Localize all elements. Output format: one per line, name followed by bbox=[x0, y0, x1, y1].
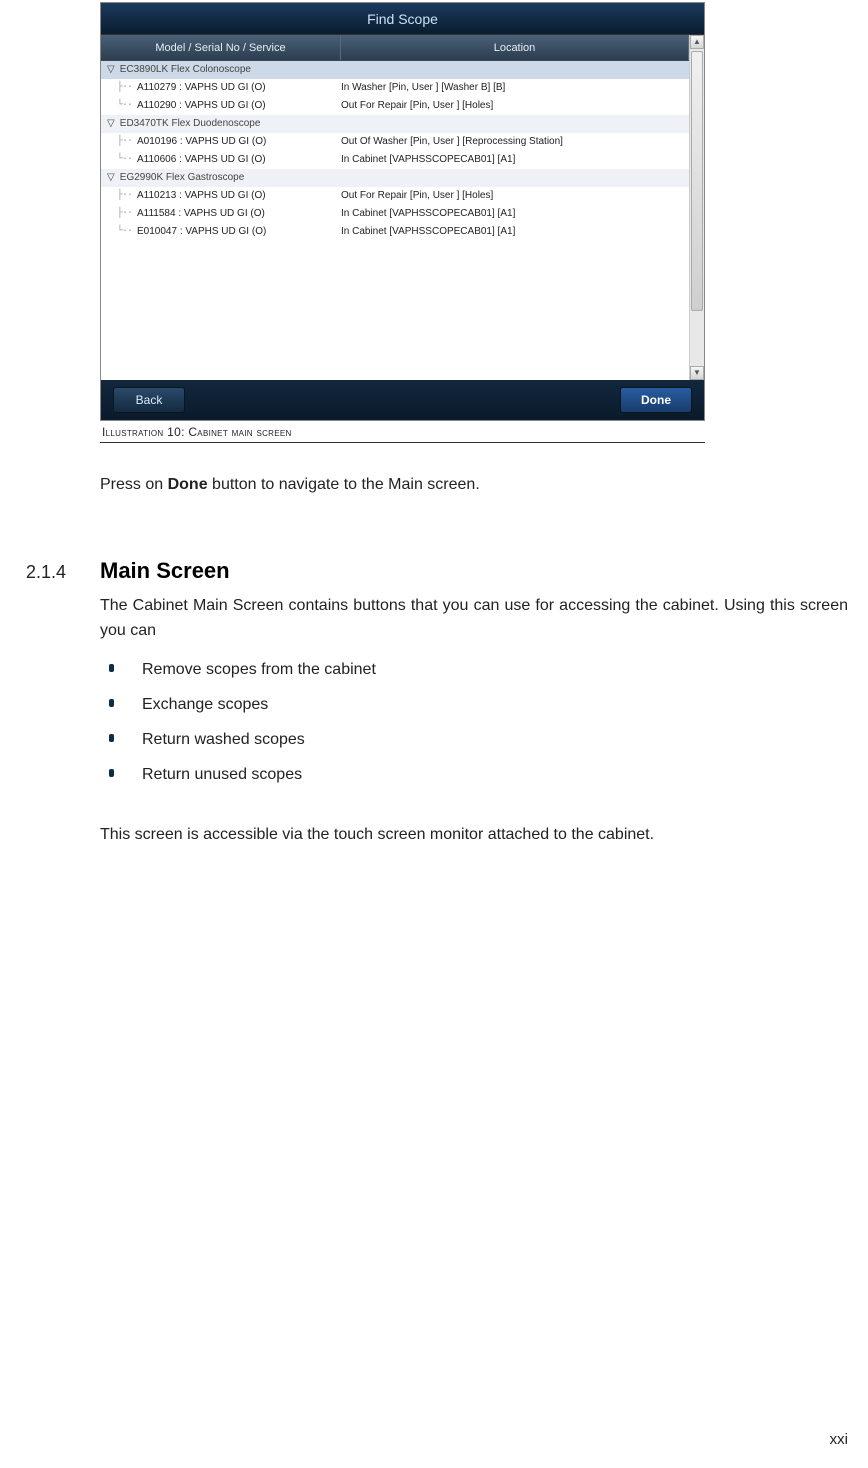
tree-branch-icon: └·· bbox=[107, 223, 137, 241]
back-button[interactable]: Back bbox=[113, 387, 185, 413]
scroll-track[interactable] bbox=[690, 49, 704, 366]
bullet-item: Return washed scopes bbox=[124, 723, 848, 758]
caption-number: 10 bbox=[167, 425, 181, 439]
app-footer: Back Done bbox=[101, 380, 704, 420]
section-title: Main Screen bbox=[100, 558, 230, 584]
tree-item-location: Out For Repair [Pin, User ] [Holes] bbox=[341, 97, 689, 115]
section-intro: The Cabinet Main Screen contains buttons… bbox=[100, 594, 848, 644]
tree-group-label: EC3890LK Flex Colonoscope bbox=[117, 64, 251, 75]
caption-prefix: Illustration bbox=[102, 425, 167, 439]
instruction-paragraph: Press on Done button to navigate to the … bbox=[100, 473, 848, 498]
tree-item-model: A110290 : VAPHS UD GI (O) bbox=[137, 97, 341, 115]
tree-item[interactable]: └··A110606 : VAPHS UD GI (O)In Cabinet [… bbox=[101, 151, 689, 169]
tree-item[interactable]: ├··A111584 : VAPHS UD GI (O)In Cabinet [… bbox=[101, 205, 689, 223]
tree-item[interactable]: └··E010047 : VAPHS UD GI (O)In Cabinet [… bbox=[101, 223, 689, 241]
tree-item-model: A111584 : VAPHS UD GI (O) bbox=[137, 205, 341, 223]
tree-item-location: In Cabinet [VAPHSSCOPECAB01] [A1] bbox=[341, 223, 689, 241]
tree-item-model: A010196 : VAPHS UD GI (O) bbox=[137, 133, 341, 151]
done-button[interactable]: Done bbox=[620, 387, 692, 413]
tree-item-location: Out Of Washer [Pin, User ] [Reprocessing… bbox=[341, 133, 689, 151]
tree-item-model: A110213 : VAPHS UD GI (O) bbox=[137, 187, 341, 205]
tree-item-location: In Cabinet [VAPHSSCOPECAB01] [A1] bbox=[341, 151, 689, 169]
tree-group-label: EG2990K Flex Gastroscope bbox=[117, 172, 244, 183]
app-frame: Find Scope Model / Serial No / Service L… bbox=[100, 2, 705, 421]
tree-group[interactable]: ▽ ED3470TK Flex Duodenoscope bbox=[101, 115, 689, 133]
page-number: xxi bbox=[830, 1431, 848, 1448]
bullet-item: Remove scopes from the cabinet bbox=[124, 653, 848, 688]
tree-group-label: ED3470TK Flex Duodenoscope bbox=[117, 118, 260, 129]
tree-branch-icon: ├·· bbox=[107, 133, 137, 151]
illustration-caption: Illustration 10: Cabinet main screen bbox=[100, 421, 705, 443]
tree-item[interactable]: ├··A110213 : VAPHS UD GI (O)Out For Repa… bbox=[101, 187, 689, 205]
scrollbar[interactable]: ▲ ▼ bbox=[689, 35, 704, 380]
bullet-item: Exchange scopes bbox=[124, 688, 848, 723]
tree-item-model: A110606 : VAPHS UD GI (O) bbox=[137, 151, 341, 169]
tree-item[interactable]: ├··A010196 : VAPHS UD GI (O)Out Of Washe… bbox=[101, 133, 689, 151]
scroll-down-icon[interactable]: ▼ bbox=[690, 366, 704, 380]
tree-item[interactable]: ├··A110279 : VAPHS UD GI (O)In Washer [P… bbox=[101, 79, 689, 97]
tree-branch-icon: └·· bbox=[107, 151, 137, 169]
tree-branch-icon: ├·· bbox=[107, 205, 137, 223]
tree-item-location: In Washer [Pin, User ] [Washer B] [B] bbox=[341, 79, 689, 97]
app-title: Find Scope bbox=[367, 11, 438, 27]
tree-branch-icon: ├·· bbox=[107, 79, 137, 97]
illustration-figure: Find Scope Model / Serial No / Service L… bbox=[100, 2, 705, 443]
section-number: 2.1.4 bbox=[26, 562, 100, 583]
bullet-list: Remove scopes from the cabinetExchange s… bbox=[100, 653, 848, 792]
chevron-down-icon[interactable]: ▽ bbox=[107, 61, 117, 79]
tree-group[interactable]: ▽ EG2990K Flex Gastroscope bbox=[101, 169, 689, 187]
tree-item-location: Out For Repair [Pin, User ] [Holes] bbox=[341, 187, 689, 205]
column-header-row: Model / Serial No / Service Location bbox=[101, 35, 689, 61]
tree-group[interactable]: ▽ EC3890LK Flex Colonoscope bbox=[101, 61, 689, 79]
caption-text: Cabinet main screen bbox=[188, 425, 291, 439]
scroll-up-icon[interactable]: ▲ bbox=[690, 35, 704, 49]
instruction-bold: Done bbox=[168, 476, 208, 493]
scroll-thumb[interactable] bbox=[691, 51, 703, 311]
tree-item[interactable]: └··A110290 : VAPHS UD GI (O)Out For Repa… bbox=[101, 97, 689, 115]
section-closing: This screen is accessible via the touch … bbox=[100, 823, 848, 848]
instruction-pre: Press on bbox=[100, 476, 168, 493]
app-content: Model / Serial No / Service Location ▽ E… bbox=[101, 35, 689, 380]
tree-item-model: E010047 : VAPHS UD GI (O) bbox=[137, 223, 341, 241]
instruction-post: button to navigate to the Main screen. bbox=[208, 476, 480, 493]
tree-branch-icon: └·· bbox=[107, 97, 137, 115]
app-titlebar: Find Scope bbox=[101, 3, 704, 35]
tree-branch-icon: ├·· bbox=[107, 187, 137, 205]
chevron-down-icon[interactable]: ▽ bbox=[107, 115, 117, 133]
tree-item-model: A110279 : VAPHS UD GI (O) bbox=[137, 79, 341, 97]
app-body: Model / Serial No / Service Location ▽ E… bbox=[101, 35, 704, 380]
scope-tree[interactable]: ▽ EC3890LK Flex Colonoscope ├··A110279 :… bbox=[101, 61, 689, 243]
column-header-model[interactable]: Model / Serial No / Service bbox=[101, 35, 341, 60]
column-header-location[interactable]: Location bbox=[341, 35, 689, 60]
bullet-item: Return unused scopes bbox=[124, 758, 848, 793]
chevron-down-icon[interactable]: ▽ bbox=[107, 169, 117, 187]
tree-item-location: In Cabinet [VAPHSSCOPECAB01] [A1] bbox=[341, 205, 689, 223]
